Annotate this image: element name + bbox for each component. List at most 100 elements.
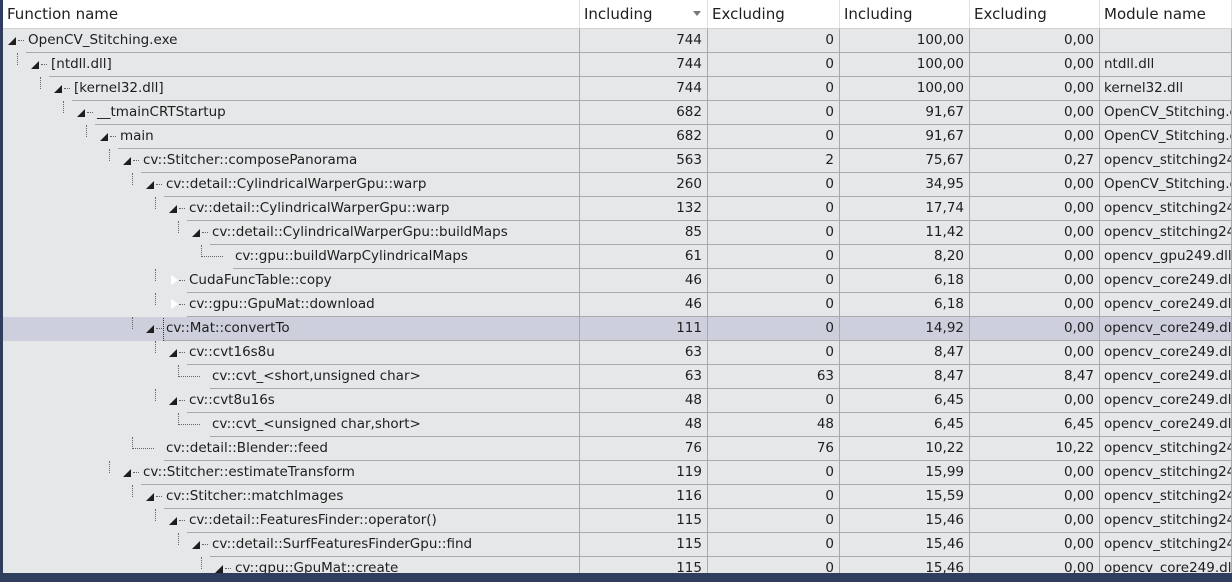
expand-open-icon[interactable] (215, 565, 223, 573)
expand-open-icon[interactable] (169, 349, 177, 357)
header-excluding[interactable]: Excluding (708, 0, 840, 28)
cell-function-name: cv::Stitcher::composePanorama (3, 149, 580, 173)
tree-line (155, 269, 156, 281)
function-name[interactable]: cv::cvt_<unsigned char,short> (210, 413, 423, 436)
table-row[interactable]: OpenCV_Stitching.exe 744 0 100,00 0,00 (3, 29, 1232, 53)
expand-open-icon[interactable] (8, 37, 16, 45)
table-row[interactable]: cv::gpu::GpuMat::create 115 0 15,46 0,00… (3, 557, 1232, 573)
expand-closed-icon[interactable] (170, 298, 178, 310)
function-name[interactable]: cv::cvt16s8u (187, 341, 277, 364)
tree-connector (64, 88, 70, 89)
function-name[interactable]: cv::cvt_<short,unsigned char> (210, 365, 423, 388)
table-row[interactable]: [ntdll.dll] 744 0 100,00 0,00 ntdll.dll (3, 53, 1232, 77)
table-row[interactable]: cv::cvt16s8u 63 0 8,47 0,00 opencv_core2… (3, 341, 1232, 365)
table-row[interactable]: main 682 0 91,67 0,00 OpenCV_Stitching.e… (3, 125, 1232, 149)
cell-excluding: 0 (708, 245, 840, 269)
table-row[interactable]: cv::detail::FeaturesFinder::operator() 1… (3, 509, 1232, 533)
function-name[interactable]: cv::gpu::buildWarpCylindricalMaps (233, 245, 470, 268)
cell-including-percent: 10,22 (840, 437, 970, 461)
expand-open-icon[interactable] (123, 157, 131, 165)
expand-open-icon[interactable] (146, 325, 154, 333)
function-name[interactable]: cv::gpu::GpuMat::download (187, 293, 377, 316)
table-row[interactable]: cv::detail::SurfFeaturesFinderGpu::find … (3, 533, 1232, 557)
cell-module-name: kernel32.dll (1100, 77, 1232, 101)
expand-open-icon[interactable] (146, 493, 154, 501)
function-name[interactable]: cv::detail::CylindricalWarperGpu::warp (164, 173, 428, 196)
expand-open-icon[interactable] (31, 61, 39, 69)
function-name[interactable]: [ntdll.dll] (49, 53, 114, 76)
table-row[interactable]: cv::Stitcher::estimateTransform 119 0 15… (3, 461, 1232, 485)
cell-function-name: CudaFuncTable::copy (3, 269, 580, 293)
cell-excluding: 0 (708, 29, 840, 53)
tree-connector (41, 64, 47, 65)
table-row[interactable]: cv::cvt8u16s 48 0 6,45 0,00 opencv_core2… (3, 389, 1232, 413)
expand-open-icon[interactable] (77, 109, 85, 117)
cell-including-percent: 6,18 (840, 293, 970, 317)
cell-module-name: opencv_gpu249.dll (1100, 245, 1232, 269)
table-row[interactable]: cv::Stitcher::matchImages 116 0 15,59 0,… (3, 485, 1232, 509)
cell-module-name: opencv_core249.dll (1100, 413, 1232, 437)
cell-including-percent: 8,47 (840, 341, 970, 365)
function-name[interactable]: cv::detail::Blender::feed (164, 437, 330, 460)
function-name[interactable]: OpenCV_Stitching.exe (26, 29, 179, 52)
cell-including: 119 (580, 461, 708, 485)
header-including[interactable]: Including (580, 0, 708, 28)
function-name[interactable]: cv::detail::CylindricalWarperGpu::buildM… (210, 221, 510, 244)
expand-open-icon[interactable] (54, 85, 62, 93)
cell-module-name: opencv_stitching249.dll (1100, 221, 1232, 245)
cell-function-name: cv::cvt_<unsigned char,short> (3, 413, 580, 437)
cell-including-percent: 91,67 (840, 125, 970, 149)
cell-including: 563 (580, 149, 708, 173)
function-name[interactable]: cv::detail::FeaturesFinder::operator() (187, 509, 439, 532)
table-row[interactable]: cv::detail::CylindricalWarperGpu::warp 1… (3, 197, 1232, 221)
expand-closed-icon[interactable] (170, 274, 178, 286)
function-name[interactable]: CudaFuncTable::copy (187, 269, 334, 292)
table-row[interactable]: cv::detail::Blender::feed 76 76 10,22 10… (3, 437, 1232, 461)
function-name[interactable]: cv::detail::SurfFeaturesFinderGpu::find (210, 533, 474, 556)
function-name[interactable]: __tmainCRTStartup (95, 101, 228, 124)
table-row[interactable]: cv::Stitcher::composePanorama 563 2 75,6… (3, 149, 1232, 173)
cell-module-name: opencv_stitching249.dll (1100, 461, 1232, 485)
table-row[interactable]: cv::cvt_<unsigned char,short> 48 48 6,45… (3, 413, 1232, 437)
table-row[interactable]: cv::detail::CylindricalWarperGpu::warp 2… (3, 173, 1232, 197)
header-module-name[interactable]: Module name (1100, 0, 1232, 28)
expand-open-icon[interactable] (169, 205, 177, 213)
function-name[interactable]: cv::detail::CylindricalWarperGpu::warp (187, 197, 451, 220)
expand-open-icon[interactable] (169, 397, 177, 405)
cell-module-name: OpenCV_Stitching.exe (1100, 125, 1232, 149)
expand-open-icon[interactable] (192, 229, 200, 237)
cell-excluding-percent: 0,00 (970, 269, 1100, 293)
table-row[interactable]: cv::gpu::GpuMat::download 46 0 6,18 0,00… (3, 293, 1232, 317)
table-row[interactable]: [kernel32.dll] 744 0 100,00 0,00 kernel3… (3, 77, 1232, 101)
expand-open-icon[interactable] (146, 181, 154, 189)
header-including-percent[interactable]: Including (840, 0, 970, 28)
cell-module-name: opencv_stitching249.dll (1100, 509, 1232, 533)
table-row[interactable]: cv::detail::CylindricalWarperGpu::buildM… (3, 221, 1232, 245)
header-function-name[interactable]: Function name (3, 0, 580, 28)
expand-open-icon[interactable] (100, 133, 108, 141)
cell-function-name: cv::detail::CylindricalWarperGpu::warp (3, 197, 580, 221)
table-row[interactable]: CudaFuncTable::copy 46 0 6,18 0,00 openc… (3, 269, 1232, 293)
function-name[interactable]: cv::Stitcher::matchImages (164, 485, 345, 508)
function-name[interactable]: [kernel32.dll] (72, 77, 166, 100)
table-row[interactable]: __tmainCRTStartup 682 0 91,67 0,00 OpenC… (3, 101, 1232, 125)
cell-module-name: opencv_stitching249.dll (1100, 149, 1232, 173)
function-name[interactable]: cv::Stitcher::estimateTransform (141, 461, 357, 484)
cell-including: 48 (580, 413, 708, 437)
function-name[interactable]: cv::Stitcher::composePanorama (141, 149, 359, 172)
function-name[interactable]: main (118, 125, 156, 148)
table-row[interactable]: cv::cvt_<short,unsigned char> 63 63 8,47… (3, 365, 1232, 389)
tree-line (155, 293, 156, 305)
expand-open-icon[interactable] (192, 541, 200, 549)
function-name[interactable]: cv::cvt8u16s (187, 389, 277, 412)
function-name[interactable]: cv::gpu::GpuMat::create (233, 557, 400, 573)
expand-open-icon[interactable] (169, 517, 177, 525)
cell-function-name: __tmainCRTStartup (3, 101, 580, 125)
function-name[interactable]: cv::Mat::convertTo (163, 317, 579, 341)
table-row[interactable]: cv::Mat::convertTo 111 0 14,92 0,00 open… (3, 317, 1232, 341)
tree-connector (18, 40, 24, 41)
expand-open-icon[interactable] (123, 469, 131, 477)
cell-function-name: cv::Stitcher::estimateTransform (3, 461, 580, 485)
table-row[interactable]: cv::gpu::buildWarpCylindricalMaps 61 0 8… (3, 245, 1232, 269)
header-excluding-percent[interactable]: Excluding (970, 0, 1100, 28)
